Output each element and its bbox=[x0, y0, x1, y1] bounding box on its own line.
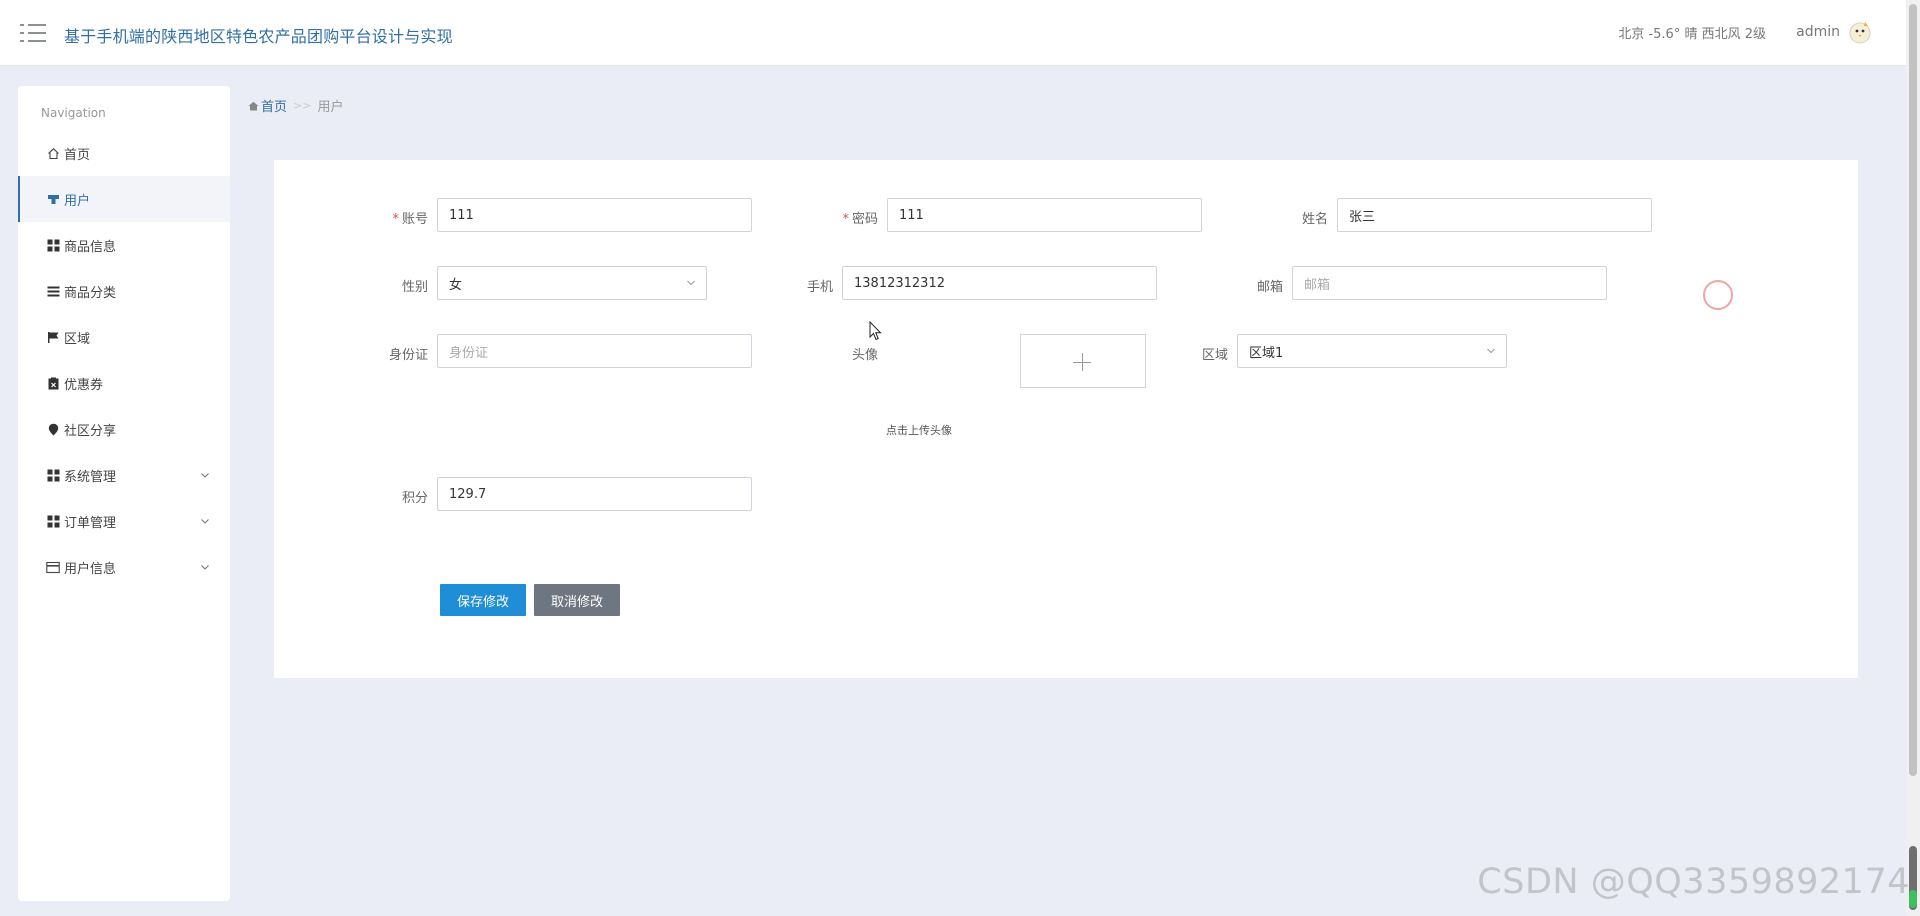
breadcrumb-separator: >> bbox=[293, 99, 312, 112]
email-label: 邮箱 bbox=[1256, 280, 1283, 295]
breadcrumb-current: 用户 bbox=[317, 100, 344, 115]
phone-field[interactable]: 13812312312 bbox=[842, 266, 1157, 300]
breadcrumb-home[interactable]: 首页 bbox=[248, 96, 287, 115]
list-icon bbox=[46, 284, 60, 298]
weather-info: 北京 -5.6° 晴 西北风 2级 bbox=[1618, 27, 1766, 42]
points-field[interactable]: 129.7 bbox=[437, 477, 752, 511]
sidebar-item-label: 商品信息 bbox=[64, 239, 117, 255]
chevron-down-icon bbox=[687, 280, 695, 286]
sidebar-item-label: 用户信息 bbox=[64, 561, 117, 577]
user-name[interactable]: admin bbox=[1796, 24, 1840, 40]
region-select-value: 区域1 bbox=[1249, 345, 1284, 361]
gender-select-value: 女 bbox=[449, 277, 463, 293]
name-field[interactable]: 张三 bbox=[1337, 198, 1652, 232]
flag-icon bbox=[46, 330, 60, 344]
clipboard-icon bbox=[46, 376, 60, 390]
cancel-button[interactable]: 取消修改 bbox=[534, 584, 620, 616]
sidebar-item-label: 商品分类 bbox=[64, 285, 117, 301]
chevron-down-icon bbox=[1487, 348, 1495, 354]
watermark: CSDN @QQ3359892174 bbox=[1477, 862, 1910, 902]
gender-label: 性别 bbox=[401, 280, 428, 295]
grid-icon bbox=[46, 238, 60, 252]
grid-icon bbox=[46, 468, 60, 482]
password-label: * 密码 bbox=[842, 212, 878, 227]
sidebar-item-label: 订单管理 bbox=[64, 515, 117, 531]
mouse-cursor-icon bbox=[869, 321, 882, 341]
avatar-upload-button[interactable] bbox=[1020, 334, 1146, 388]
sidebar-item-region[interactable]: 区域 bbox=[18, 314, 230, 360]
avatar[interactable] bbox=[1846, 18, 1874, 46]
home-icon bbox=[46, 146, 60, 160]
sidebar-item-label: 首页 bbox=[64, 147, 91, 163]
id-card-label: 身份证 bbox=[388, 348, 428, 363]
password-field[interactable]: 111 bbox=[887, 198, 1202, 232]
chick-avatar-icon bbox=[1849, 22, 1871, 44]
region-label: 区域 bbox=[1201, 348, 1228, 363]
avatar-label: 头像 bbox=[851, 348, 878, 363]
sidebar-item-label: 系统管理 bbox=[64, 469, 117, 485]
page-scrollbar[interactable] bbox=[1906, 0, 1920, 916]
sidebar-item-user-info[interactable]: 用户信息 bbox=[18, 544, 230, 590]
sidebar-item-community-share[interactable]: 社区分享 bbox=[18, 406, 230, 452]
card-icon bbox=[46, 560, 60, 574]
sidebar-item-label: 社区分享 bbox=[64, 423, 117, 439]
sidebar: Navigation 首页 用户 商品信息 商品分类 区域 优惠券 社区分享 系… bbox=[18, 86, 230, 901]
breadcrumb-home-label: 首页 bbox=[261, 100, 288, 115]
grid-icon bbox=[46, 514, 60, 528]
user-form-card: * 账号 111 * 密码 111 姓名 张三 性别 女 手机 1381231231… bbox=[274, 160, 1858, 678]
points-label: 积分 bbox=[401, 491, 428, 506]
phone-label: 手机 bbox=[806, 280, 833, 295]
region-select[interactable]: 区域1 bbox=[1237, 334, 1507, 368]
sidebar-item-product-category[interactable]: 商品分类 bbox=[18, 268, 230, 314]
sidebar-item-label: 区域 bbox=[64, 331, 91, 347]
sidebar-item-product-info[interactable]: 商品信息 bbox=[18, 222, 230, 268]
scrollbar-thumb[interactable] bbox=[1909, 4, 1917, 776]
chevron-down-icon bbox=[201, 519, 209, 524]
sidebar-item-coupon[interactable]: 优惠券 bbox=[18, 360, 230, 406]
breadcrumb: 首页 >> 用户 bbox=[248, 96, 343, 115]
sidebar-item-label: 用户 bbox=[64, 193, 91, 209]
menu-toggle-icon[interactable] bbox=[20, 22, 46, 44]
scrollbar-indicator bbox=[1909, 890, 1917, 908]
gender-select[interactable]: 女 bbox=[437, 266, 707, 300]
email-field[interactable]: 邮箱 bbox=[1292, 266, 1607, 300]
chevron-down-icon bbox=[201, 565, 209, 570]
save-button[interactable]: 保存修改 bbox=[440, 584, 526, 616]
sidebar-item-home[interactable]: 首页 bbox=[18, 130, 230, 176]
account-label: * 账号 bbox=[392, 212, 428, 227]
name-label: 姓名 bbox=[1301, 212, 1328, 227]
chevron-down-icon bbox=[201, 473, 209, 478]
sidebar-item-system-management[interactable]: 系统管理 bbox=[18, 452, 230, 498]
nav-heading: Navigation bbox=[41, 106, 106, 120]
app-title: 基于手机端的陕西地区特色农产品团购平台设计与实现 bbox=[64, 27, 453, 46]
loading-indicator bbox=[1703, 280, 1733, 310]
home-icon bbox=[248, 101, 259, 110]
map-pin-icon bbox=[46, 422, 60, 436]
user-icon bbox=[46, 192, 60, 206]
sidebar-item-user[interactable]: 用户 bbox=[18, 176, 230, 222]
sidebar-item-label: 优惠券 bbox=[64, 377, 104, 393]
account-field[interactable]: 111 bbox=[437, 198, 752, 232]
id-card-field[interactable]: 身份证 bbox=[437, 334, 752, 368]
sidebar-item-order-management[interactable]: 订单管理 bbox=[18, 498, 230, 544]
nav-list: 首页 用户 商品信息 商品分类 区域 优惠券 社区分享 系统管理 订单管理 用户… bbox=[18, 130, 230, 590]
avatar-upload-hint: 点击上传头像 bbox=[886, 424, 952, 437]
top-header: 基于手机端的陕西地区特色农产品团购平台设计与实现 北京 -5.6° 晴 西北风 … bbox=[0, 0, 1906, 66]
